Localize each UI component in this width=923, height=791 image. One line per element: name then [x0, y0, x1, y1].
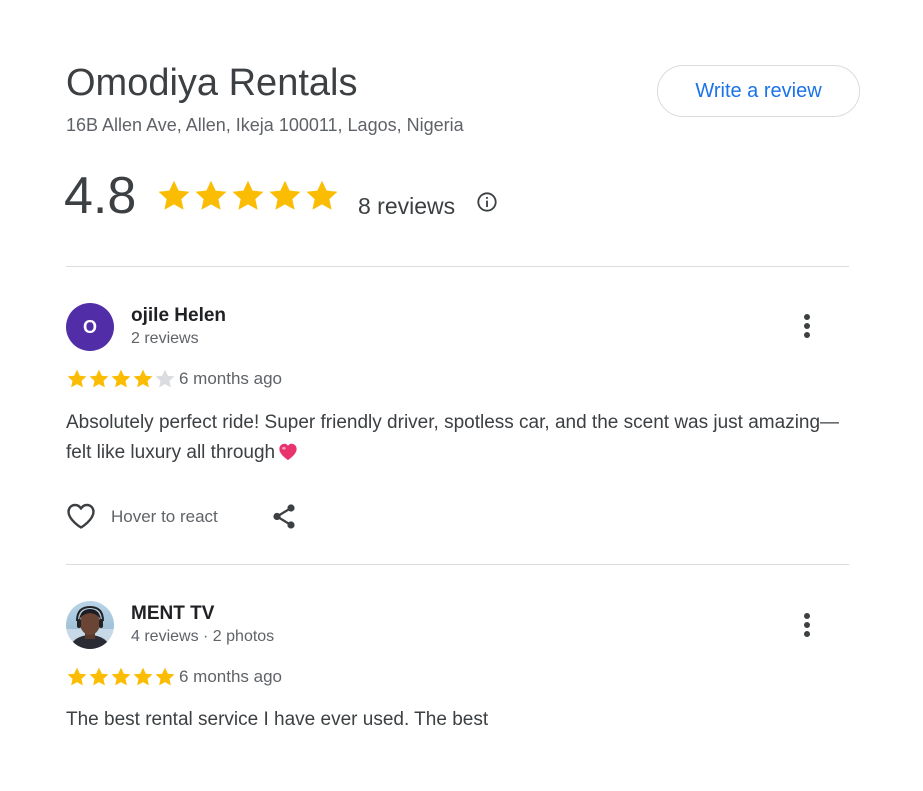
more-vert-icon[interactable]	[796, 610, 818, 640]
avatar[interactable]	[66, 601, 114, 649]
more-vert-icon[interactable]	[796, 311, 818, 341]
business-name: Omodiya Rentals	[66, 62, 358, 104]
star-empty-icon	[155, 369, 175, 388]
review-text-content: Absolutely perfect ride! Super friendly …	[66, 412, 840, 463]
review-stars	[66, 368, 176, 390]
star-icon	[158, 180, 190, 210]
reviewer-name[interactable]: MENT TV	[131, 602, 214, 626]
star-icon	[195, 180, 227, 210]
react-label[interactable]: Hover to react	[111, 506, 218, 528]
star-icon	[133, 369, 153, 388]
write-review-button[interactable]: Write a review	[657, 65, 860, 117]
star-icon	[155, 667, 175, 686]
heart-emoji-icon	[279, 443, 297, 461]
star-icon	[89, 369, 109, 388]
avatar[interactable]: O	[66, 303, 114, 351]
review-time: 6 months ago	[179, 667, 283, 686]
reviewer-meta: 4 reviews · 2 photos	[131, 628, 275, 645]
divider	[66, 564, 849, 565]
star-icon	[111, 667, 131, 686]
review-text: The best rental service I have ever used…	[66, 709, 489, 730]
review-time: 6 months ago	[179, 369, 283, 388]
review-stars	[66, 666, 176, 688]
review-count: 8 reviews	[358, 193, 456, 219]
star-icon	[232, 180, 264, 210]
star-icon	[306, 180, 338, 210]
average-rating: 4.8	[64, 167, 137, 225]
share-icon[interactable]	[271, 503, 297, 530]
info-icon[interactable]	[476, 191, 498, 213]
avatar-photo	[66, 601, 114, 649]
divider	[66, 266, 849, 267]
star-icon	[67, 667, 87, 686]
star-icon	[67, 369, 87, 388]
star-icon	[89, 667, 109, 686]
star-icon	[111, 369, 131, 388]
star-icon	[133, 667, 153, 686]
review-text: Absolutely perfect ride! Super friendly …	[66, 408, 846, 468]
reviewer-name[interactable]: ojile Helen	[131, 304, 226, 328]
business-address: 16B Allen Ave, Allen, Ikeja 100011, Lago…	[66, 115, 464, 135]
reviewer-meta: 2 reviews	[131, 330, 199, 347]
average-rating-stars	[156, 178, 340, 214]
heart-outline-icon[interactable]	[66, 502, 96, 530]
star-icon	[269, 180, 301, 210]
